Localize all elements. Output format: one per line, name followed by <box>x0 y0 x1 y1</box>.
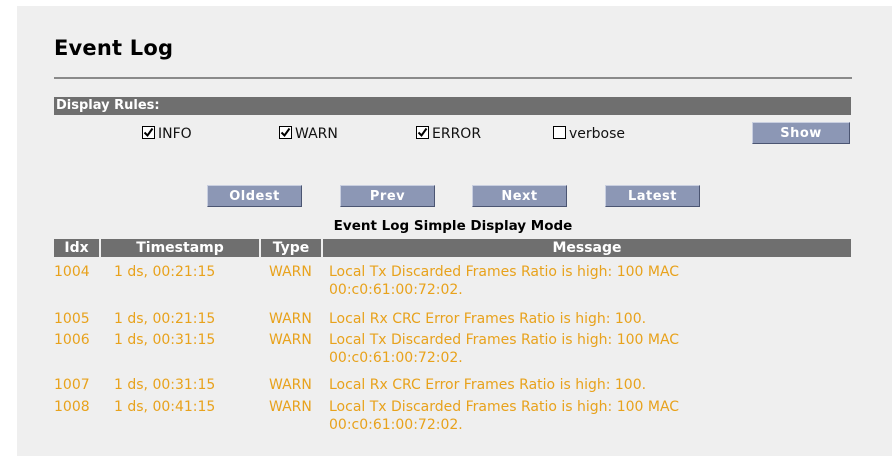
next-button[interactable]: Next <box>472 185 567 207</box>
row-message: Local Tx Discarded Frames Ratio is high:… <box>329 332 680 348</box>
checkbox-warn-label: WARN <box>295 126 338 142</box>
page-title: Event Log <box>54 36 174 60</box>
row-idx: 1008 <box>54 399 90 415</box>
display-mode-title: Event Log Simple Display Mode <box>333 218 573 234</box>
row-idx: 1006 <box>54 332 90 348</box>
latest-button[interactable]: Latest <box>605 185 700 207</box>
checkbox-error-box[interactable] <box>416 126 429 139</box>
row-message-continued: 00:c0:61:00:72:02. <box>329 282 463 298</box>
checkbox-error[interactable]: ERROR <box>416 124 481 144</box>
row-message-continued: 00:c0:61:00:72:02. <box>329 350 463 366</box>
row-idx: 1007 <box>54 377 90 393</box>
row-type: WARN <box>269 311 312 327</box>
checkbox-info-box[interactable] <box>142 126 155 139</box>
prev-button[interactable]: Prev <box>340 185 435 207</box>
column-header-timestamp: Timestamp <box>101 239 259 257</box>
column-header-message: Message <box>323 239 851 257</box>
checkbox-error-label: ERROR <box>432 126 482 142</box>
row-type: WARN <box>269 264 312 280</box>
row-message: Local Rx CRC Error Frames Ratio is high:… <box>329 377 647 393</box>
row-type: WARN <box>269 399 312 415</box>
checkbox-warn-box[interactable] <box>279 126 292 139</box>
row-idx: 1005 <box>54 311 90 327</box>
row-message-continued: 00:c0:61:00:72:02. <box>329 417 463 433</box>
show-button[interactable]: Show <box>752 122 850 144</box>
row-timestamp: 1 ds, 00:21:15 <box>114 264 216 280</box>
row-timestamp: 1 ds, 00:31:15 <box>114 377 216 393</box>
row-type: WARN <box>269 377 312 393</box>
column-header-type: Type <box>261 239 321 257</box>
row-idx: 1004 <box>54 264 90 280</box>
checkbox-info[interactable]: INFO <box>142 124 192 144</box>
checkbox-info-label: INFO <box>158 126 192 142</box>
row-type: WARN <box>269 332 312 348</box>
checkbox-verbose-box[interactable] <box>553 126 566 139</box>
row-timestamp: 1 ds, 00:31:15 <box>114 332 216 348</box>
checkmark-icon <box>143 127 154 138</box>
title-divider <box>54 77 852 79</box>
checkbox-verbose[interactable]: verbose <box>553 124 625 144</box>
oldest-button[interactable]: Oldest <box>207 185 302 207</box>
display-rules-header: Display Rules: <box>54 97 851 115</box>
row-timestamp: 1 ds, 00:41:15 <box>114 399 216 415</box>
row-message: Local Tx Discarded Frames Ratio is high:… <box>329 264 680 280</box>
row-timestamp: 1 ds, 00:21:15 <box>114 311 216 327</box>
checkbox-warn[interactable]: WARN <box>279 124 338 144</box>
checkmark-icon <box>280 127 291 138</box>
checkbox-verbose-label: verbose <box>569 126 626 142</box>
row-message: Local Rx CRC Error Frames Ratio is high:… <box>329 311 647 327</box>
checkmark-icon <box>417 127 428 138</box>
row-message: Local Tx Discarded Frames Ratio is high:… <box>329 399 680 415</box>
column-header-idx: Idx <box>54 239 99 257</box>
